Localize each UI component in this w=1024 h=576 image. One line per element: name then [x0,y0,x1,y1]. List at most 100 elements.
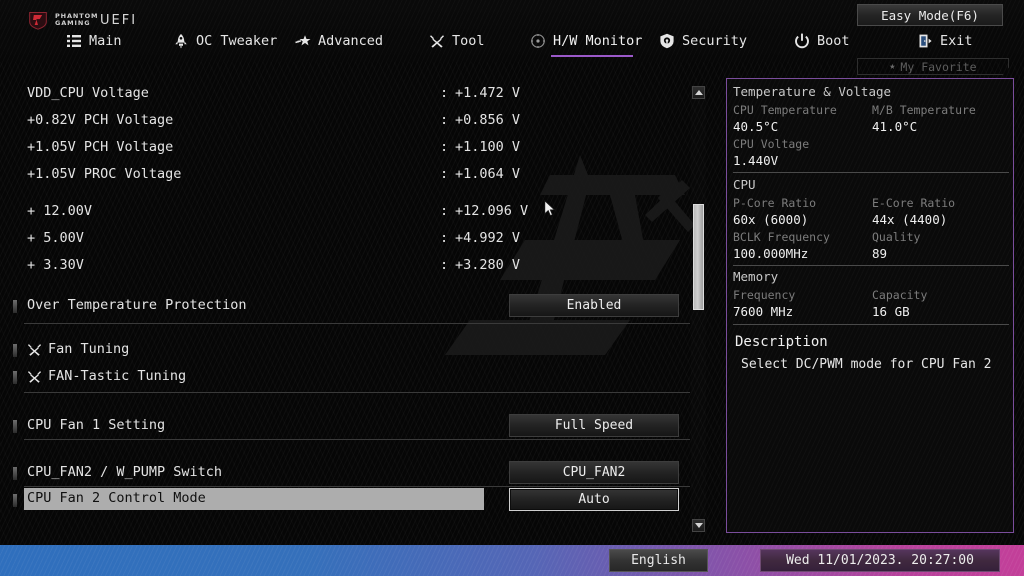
cpu-fan-2-control-mode-value[interactable]: Auto [509,488,679,511]
memory-frequency-label: Frequency [733,288,796,302]
quality-label: Quality [872,230,921,244]
mb-temperature-label: M/B Temperature [872,103,976,117]
list-icon [67,35,81,47]
setting-label: Fan Tuning [48,341,130,357]
voltage-value: +1.064 V [455,166,521,182]
voltage-label: VDD_CPU Voltage [27,85,149,101]
phantom-gaming-shield-icon [29,12,47,30]
system-datetime[interactable]: Wed 11/01/2023. 20:27:00 [760,549,1000,572]
setting-row-fan-tastic-tuning[interactable]: FAN-Tastic Tuning [0,364,692,390]
tab-oc-tweaker-label: OC Tweaker [196,33,278,49]
mouse-cursor [544,200,556,217]
setting-label-wrap: Fan Tuning [27,341,129,357]
navigation-tabs: Main OC Tweaker Advanced Tool H/W Monito… [0,28,1024,62]
tab-tool[interactable]: Tool [429,28,485,54]
setting-label: CPU Fan 1 Setting [27,417,166,433]
voltage-colon: : [440,203,449,219]
easy-mode-button[interactable]: Easy Mode(F6) [857,4,1003,26]
bclk-frequency-value: 100.000MHz [733,246,809,261]
chevron-up-icon [694,90,703,95]
voltage-value: +4.992 V [455,230,521,246]
row-indicator-icon [13,467,17,480]
voltage-row: + 12.00V : +12.096 V [0,198,692,224]
bios-screen: PHANTOM GAMING UEFI Easy Mode(F6) ★ My F… [0,0,1024,576]
setting-label: Over Temperature Protection [27,297,247,313]
cpu-temperature-label: CPU Temperature [733,103,837,117]
language-button[interactable]: English [609,549,708,572]
voltage-row: + 5.00V : +4.992 V [0,225,692,251]
setting-label: CPU Fan 2 Control Mode [27,490,206,506]
wrench-icon [27,343,42,356]
exit-door-icon [919,34,932,48]
voltage-label: + 3.30V [27,257,84,273]
setting-row-over-temperature-protection[interactable]: Over Temperature Protection Enabled [0,293,692,319]
row-indicator-icon [13,300,17,313]
tools-icon [430,35,444,48]
rocket-icon [175,34,187,49]
row-indicator-icon [13,420,17,433]
option-text: Auto [578,492,610,507]
voltage-row: +1.05V PCH Voltage : +1.100 V [0,134,692,160]
power-icon [795,33,809,49]
e-core-ratio-label: E-Core Ratio [872,196,956,210]
brand-line-2: GAMING [55,19,91,27]
tab-main[interactable]: Main [66,28,122,54]
voltage-value: +12.096 V [455,203,529,219]
tab-security-label: Security [682,33,748,49]
section-divider [24,392,690,393]
system-info-panel: Temperature & Voltage CPU Temperature M/… [726,78,1014,533]
setting-label: CPU_FAN2 / W_PUMP Switch [27,464,223,480]
cpu-fan-1-setting-value[interactable]: Full Speed [509,414,679,437]
scroll-up-button[interactable] [692,86,705,99]
cpu-temperature-value: 40.5°C [733,119,779,134]
wrench-icon [27,370,42,383]
voltage-row: VDD_CPU Voltage : +1.472 V [0,80,692,106]
quality-value: 89 [872,246,888,261]
star-icon: ★ [889,61,896,72]
setting-row-cpu-fan2-wpump-switch[interactable]: CPU_FAN2 / W_PUMP Switch CPU_FAN2 [0,460,692,486]
easy-mode-label: Easy Mode(F6) [881,7,979,23]
memory-frequency-value: 7600 MHz [733,304,794,319]
description-title: Description [735,334,828,350]
header-bar: PHANTOM GAMING UEFI Easy Mode(F6) ★ My F… [0,0,1024,75]
voltage-colon: : [440,257,449,273]
p-core-ratio-value: 60x (6000) [733,212,809,227]
tab-hw-monitor-label: H/W Monitor [553,33,643,49]
cpu-section-title: CPU [733,177,756,192]
setting-row-cpu-fan-1-setting[interactable]: CPU Fan 1 Setting Full Speed [0,413,692,439]
uefi-title: UEFI [100,13,138,28]
cpu-fan2-wpump-switch-value[interactable]: CPU_FAN2 [509,461,679,484]
over-temperature-protection-value[interactable]: Enabled [509,294,679,317]
active-tab-underline [551,55,633,57]
cpu-voltage-value: 1.440V [733,153,779,168]
tab-oc-tweaker[interactable]: OC Tweaker [173,28,277,54]
scroll-down-button[interactable] [692,519,705,532]
setting-row-cpu-fan-2-control-mode[interactable]: CPU Fan 2 Control Mode Auto [0,487,692,513]
tab-advanced-label: Advanced [318,33,384,49]
voltage-value: +3.280 V [455,257,521,273]
tab-hw-monitor[interactable]: H/W Monitor [530,28,642,54]
setting-row-fan-tuning[interactable]: Fan Tuning [0,337,692,363]
voltage-value: +1.472 V [455,85,521,101]
bclk-frequency-label: BCLK Frequency [733,230,830,244]
content-scrollbar[interactable] [691,86,706,532]
voltage-colon: : [440,85,449,101]
panel-divider [733,172,1009,173]
brand-wordmark: PHANTOM GAMING [55,13,98,27]
voltage-colon: : [440,139,449,155]
section-divider [24,323,690,324]
row-indicator-icon [13,371,17,384]
voltage-row: +1.05V PROC Voltage : +1.064 V [0,161,692,187]
temp-voltage-section-title: Temperature & Voltage [733,84,892,99]
p-core-ratio-label: P-Core Ratio [733,196,817,210]
memory-capacity-label: Capacity [872,288,928,302]
voltage-row: +0.82V PCH Voltage : +0.856 V [0,107,692,133]
tab-security[interactable]: Security [659,28,747,54]
tab-advanced[interactable]: Advanced [295,28,383,54]
tab-tool-label: Tool [452,33,485,49]
scrollbar-thumb[interactable] [693,204,704,310]
tab-exit[interactable]: Exit [917,28,973,54]
tab-boot[interactable]: Boot [794,28,850,54]
mb-temperature-value: 41.0°C [872,119,918,134]
section-divider [24,439,690,440]
